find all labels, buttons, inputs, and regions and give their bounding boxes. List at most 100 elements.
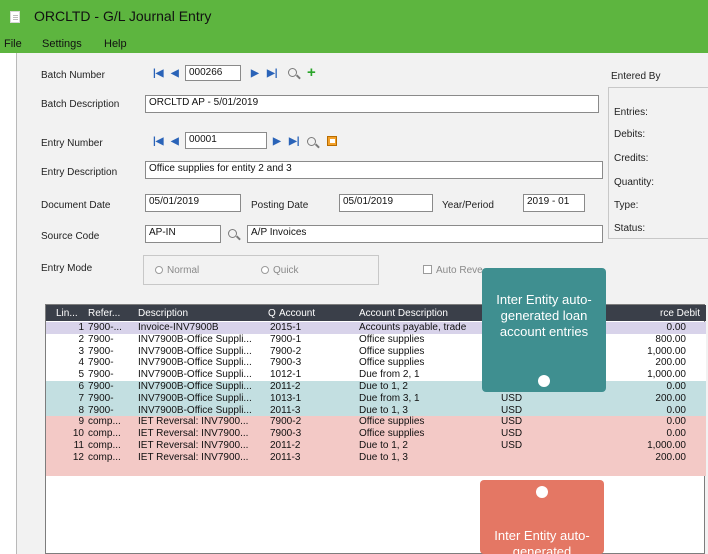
entry-search-icon[interactable] (307, 137, 316, 146)
table-row[interactable]: 7 7900- INV7900B-Office Suppli... 1013-1 Due… (46, 392, 706, 405)
entry-description-field[interactable]: Office supplies for entity 2 and 3 (145, 161, 603, 179)
batch-prev-button[interactable]: ◀ (171, 68, 179, 79)
batch-first-button[interactable]: |◀ (153, 68, 164, 79)
entry-mode-label: Entry Mode (41, 263, 93, 274)
type-label: Type: (614, 200, 639, 211)
batch-search-icon[interactable] (288, 68, 297, 77)
entry-description-label: Entry Description (41, 167, 118, 178)
table-row[interactable]: 11 comp... IET Reversal: INV7900... 2011-2 D… (46, 440, 706, 452)
table-row[interactable]: 6 7900- INV7900B-Office Suppli... 2011-2 Due… (46, 381, 706, 393)
callout-pointer-dot (538, 375, 550, 387)
col-reference[interactable]: Refer... (88, 308, 120, 319)
cell-debit: 200.00 (655, 451, 686, 463)
cell-desc: Invoice-INV7900B (138, 322, 219, 333)
cell-line: 9 (78, 416, 84, 428)
cell-ref: comp... (88, 428, 121, 440)
table-row[interactable]: 5 7900- INV7900B-Office Suppli... 1012-1 Due… (46, 369, 706, 382)
batch-number-field[interactable]: 000266 (185, 65, 241, 81)
cell-acct-desc: Due to 1, 3 (359, 451, 408, 463)
cell-acct-desc: Due to 1, 2 (359, 381, 408, 392)
cell-ref: 7900- (88, 369, 114, 381)
cell-account: 2011-2 (270, 440, 301, 451)
journal-detail-grid[interactable]: Lin... Refer... Description Q Account Ac… (45, 304, 706, 554)
entry-last-button[interactable]: ▶| (289, 136, 300, 147)
source-description-field: A/P Invoices (247, 225, 603, 243)
cell-cur: USD (501, 440, 523, 451)
cell-debit: 0.00 (666, 322, 686, 333)
cell-account: 2011-3 (270, 451, 301, 463)
cell-desc: INV7900B-Office Suppli... (138, 333, 252, 345)
empty-row[interactable] (46, 463, 706, 476)
col-description[interactable]: Description (138, 308, 188, 319)
table-row[interactable]: 3 7900- INV7900B-Office Suppli... 7900-2 Off… (46, 345, 706, 358)
batch-last-button[interactable]: ▶| (267, 68, 278, 79)
col-line[interactable]: Lin... (56, 308, 78, 319)
cell-line: 8 (78, 404, 84, 416)
quick-radio[interactable] (261, 266, 269, 274)
batch-description-field[interactable]: ORCLTD AP - 5/01/2019 (145, 95, 599, 113)
table-row[interactable]: 8 7900- INV7900B-Office Suppli... 2011-3 Due… (46, 404, 706, 417)
cell-line: 6 (78, 381, 84, 392)
new-entry-icon[interactable] (327, 136, 337, 146)
menu-settings[interactable]: Settings (42, 38, 82, 50)
cell-account: 2015-1 (270, 322, 302, 333)
document-date-field[interactable]: 05/01/2019 (145, 194, 241, 212)
cell-line: 10 (72, 428, 84, 440)
cell-acct-desc: Office supplies (359, 345, 425, 357)
cell-ref: 7900- (88, 404, 114, 416)
quick-radio-label: Quick (273, 265, 299, 276)
table-row[interactable]: 1 7900-... Invoice-INV7900B 2015-1 Accounts … (46, 322, 706, 334)
cell-desc: INV7900B-Office Suppli... (138, 404, 252, 416)
grid-header: Lin... Refer... Description Q Account Ac… (46, 305, 706, 321)
col-account-description[interactable]: Account Description (359, 308, 448, 319)
cell-acct-desc: Due to 1, 3 (359, 404, 408, 416)
cell-debit: 200.00 (655, 392, 686, 404)
table-row[interactable]: 9 comp... IET Reversal: INV7900... 7900-2 Of… (46, 416, 706, 429)
cell-ref: comp... (88, 451, 121, 463)
entry-next-button[interactable]: ▶ (273, 136, 281, 147)
batch-number-label: Batch Number (41, 70, 105, 81)
table-row[interactable]: 4 7900- INV7900B-Office Suppli... 7900-3 Off… (46, 357, 706, 370)
loan-entries-callout: Inter Entity auto-generated loan account… (482, 268, 606, 392)
cell-account: 2011-3 (270, 404, 301, 416)
add-batch-icon[interactable]: + (307, 65, 316, 80)
menu-file[interactable]: File (4, 38, 22, 50)
cell-debit: 0.00 (666, 416, 686, 428)
batch-next-button[interactable]: ▶ (251, 68, 259, 79)
cell-account: 7900-2 (270, 416, 302, 428)
cell-acct-desc: Office supplies (359, 357, 425, 369)
table-row[interactable]: 2 7900- INV7900B-Office Suppli... 7900-1 Off… (46, 333, 706, 346)
cell-cur: USD (501, 428, 523, 440)
col-source-debit[interactable]: rce Debit (660, 308, 700, 319)
source-code-search-icon[interactable] (228, 229, 237, 238)
cell-line: 11 (73, 440, 84, 451)
entry-first-button[interactable]: |◀ (153, 136, 164, 147)
normal-radio[interactable] (155, 266, 163, 274)
cell-account: 2011-2 (270, 381, 301, 392)
table-row[interactable]: 12 comp... IET Reversal: INV7900... 2011-3 D… (46, 451, 706, 464)
cell-line: 2 (78, 333, 84, 345)
debits-label: Debits: (614, 129, 646, 140)
posting-date-label: Posting Date (251, 200, 309, 211)
cell-acct-desc: Due from 2, 1 (359, 369, 420, 381)
menu-help[interactable]: Help (104, 38, 127, 50)
cell-debit: 1,000.00 (647, 440, 686, 451)
auto-reverse-checkbox[interactable] (423, 265, 432, 274)
cell-desc: IET Reversal: INV7900... (138, 416, 249, 428)
loan-entries-callout-text: Inter Entity auto-generated loan account… (496, 292, 592, 339)
auto-reverse-label: Auto Reve (436, 265, 483, 276)
cell-ref: 7900- (88, 333, 114, 345)
table-row[interactable]: 10 comp... IET Reversal: INV7900... 7900-3 O… (46, 428, 706, 441)
quantity-label: Quantity: (614, 177, 655, 188)
source-code-field[interactable]: AP-IN (145, 225, 221, 243)
entry-number-field[interactable]: 00001 (185, 132, 267, 149)
entry-prev-button[interactable]: ◀ (171, 136, 179, 147)
col-account-search-icon[interactable]: Q (268, 308, 276, 319)
cell-account: 1013-1 (270, 392, 302, 404)
reversals-callout-text: Inter Entity auto-generated reversals (494, 528, 590, 554)
cell-line: 12 (72, 451, 84, 463)
year-period-field[interactable]: 2019 - 01 (523, 194, 585, 212)
posting-date-field[interactable]: 05/01/2019 (339, 194, 433, 212)
col-account[interactable]: Account (279, 308, 315, 319)
cell-acct-desc: Office supplies (359, 428, 425, 440)
